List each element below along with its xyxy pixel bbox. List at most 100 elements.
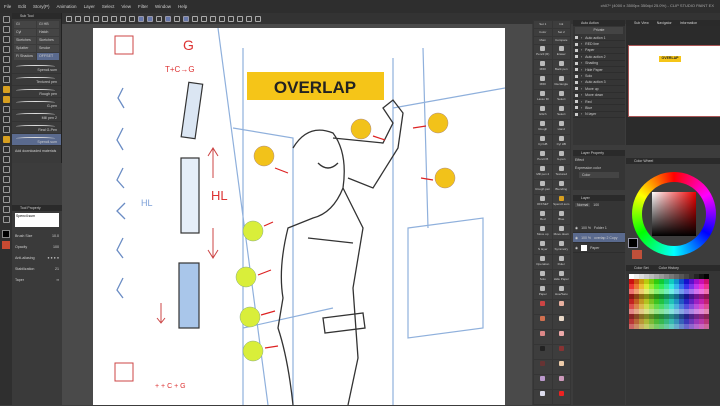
main-color-chip[interactable] (2, 230, 10, 238)
color-command-button[interactable] (534, 300, 552, 314)
color-command-button[interactable] (534, 360, 552, 374)
command-button[interactable]: Solo (534, 270, 552, 284)
checkbox-icon[interactable] (575, 55, 578, 59)
save-icon[interactable] (84, 15, 90, 22)
color-icon[interactable] (201, 15, 207, 22)
checkbox-icon[interactable] (575, 61, 578, 65)
checkbox-icon[interactable] (575, 112, 578, 116)
main-color-swatch[interactable] (628, 238, 638, 248)
color-command-button[interactable] (534, 390, 552, 404)
brush-item[interactable]: Textured pen (12, 74, 61, 86)
command-button[interactable]: Eraser (552, 45, 570, 59)
subtool-group[interactable]: Gl (14, 21, 36, 28)
command-button[interactable]: Pencil (R) (534, 45, 552, 59)
correct-line-icon[interactable] (2, 216, 10, 223)
command-button[interactable]: Move up (534, 225, 552, 239)
command-tab[interactable]: Set 1 (534, 21, 552, 28)
figure-icon[interactable] (2, 166, 10, 173)
anti-aliasing-row[interactable]: Anti-aliasing ● ● ● ● (12, 256, 62, 260)
command-button[interactable]: Pencil B (534, 150, 552, 164)
command-button[interactable]: Move down (552, 225, 570, 239)
checkbox-icon[interactable] (575, 36, 578, 40)
reference-icon[interactable] (183, 15, 189, 22)
checkbox-icon[interactable] (575, 100, 578, 104)
brush-item-selected[interactable]: Spencil.sum (12, 134, 61, 146)
color-command-button[interactable] (534, 375, 552, 389)
layer-icon[interactable] (165, 15, 171, 22)
command-tab[interactable]: Color (534, 29, 552, 36)
transform-icon[interactable] (129, 15, 135, 22)
tab-sub-view[interactable]: Sub View (634, 20, 649, 26)
chevron-right-icon[interactable]: › (581, 42, 582, 46)
color-swatch-grid[interactable] (626, 271, 720, 332)
command-button[interactable]: Mill pen 2 (534, 165, 552, 179)
subtool-group[interactable]: Splatter (14, 45, 36, 52)
checkbox-icon[interactable] (575, 87, 578, 91)
decoration-icon[interactable] (2, 116, 10, 123)
command-button[interactable]: G-pen (552, 150, 570, 164)
chevron-right-icon[interactable]: › (581, 55, 582, 59)
airbrush-icon[interactable] (2, 106, 10, 113)
pen-icon[interactable] (192, 15, 198, 22)
open-icon[interactable] (75, 15, 81, 22)
undo-icon[interactable] (93, 15, 99, 22)
chevron-right-icon[interactable]: › (581, 112, 582, 116)
command-button[interactable]: Blending (552, 180, 570, 194)
menu-help[interactable]: Help (178, 4, 187, 9)
color-swatch[interactable] (704, 324, 709, 329)
chevron-right-icon[interactable]: › (581, 100, 582, 104)
rotate-icon[interactable] (237, 15, 243, 22)
sub-color-swatch[interactable] (632, 250, 642, 259)
color-command-button[interactable] (552, 315, 570, 329)
command-button[interactable]: N layer (534, 240, 552, 254)
tab-color-history[interactable]: Color History (659, 265, 679, 271)
checkbox-icon[interactable] (575, 74, 578, 78)
chevron-right-icon[interactable]: › (581, 36, 582, 40)
operation-tool-icon[interactable] (2, 36, 10, 43)
subtool-group[interactable]: Sketches (37, 37, 59, 44)
checkbox-icon[interactable] (575, 68, 578, 72)
command-button[interactable]: Glitch (534, 105, 552, 119)
pencil-tool-icon[interactable] (2, 86, 10, 93)
fill-tool-icon[interactable] (2, 146, 10, 153)
checkbox-icon[interactable] (575, 48, 578, 52)
blend-mode-dropdown[interactable]: Normal (575, 203, 591, 207)
color-command-button[interactable] (534, 345, 552, 359)
select-icon[interactable] (174, 15, 180, 22)
menu-view[interactable]: View (121, 4, 131, 9)
snap-icon[interactable] (138, 15, 144, 22)
subtool-group[interactable]: Cyl (14, 29, 36, 36)
frame-border-icon[interactable] (2, 176, 10, 183)
command-button[interactable]: Hue/Satu (552, 285, 570, 299)
color-command-button[interactable] (534, 315, 552, 329)
command-tab[interactable]: Ink (552, 21, 570, 28)
zoom-icon[interactable] (246, 15, 252, 22)
new-icon[interactable] (66, 15, 72, 22)
sub-color-chip[interactable] (2, 241, 10, 249)
color-command-button[interactable] (552, 375, 570, 389)
tab-navigator[interactable]: Navigator (657, 20, 672, 26)
window-icon[interactable] (255, 15, 261, 22)
command-button[interactable]: Symmetry (552, 240, 570, 254)
command-button[interactable]: Red (534, 210, 552, 224)
command-button[interactable]: MIDI (534, 75, 552, 89)
checkbox-icon[interactable] (575, 42, 578, 46)
gradient-icon[interactable] (2, 156, 10, 163)
command-button[interactable]: OFFSET (534, 195, 552, 209)
taper-row[interactable]: Taper ▪▪ (12, 278, 62, 282)
color-wheel-tab[interactable]: Color Wheel (626, 158, 720, 164)
grid-icon[interactable] (210, 15, 216, 22)
menu-layer[interactable]: Layer (84, 4, 95, 9)
menu-select[interactable]: Select (102, 4, 115, 9)
tab-color-set[interactable]: Color Set (634, 265, 649, 271)
layer-row[interactable]: ◉ Paper (573, 243, 625, 253)
brush-item[interactable]: Mill pen 2 (12, 110, 61, 122)
brush-item[interactable]: G-pen (12, 98, 61, 110)
pen-tool-icon[interactable] (2, 76, 10, 83)
canvas-page[interactable]: G T+C→G HL HL + + C + G OVERLAP (93, 27, 506, 406)
tab-information[interactable]: Information (680, 20, 698, 26)
clear-icon[interactable] (111, 15, 117, 22)
chevron-right-icon[interactable]: › (581, 68, 582, 72)
command-button[interactable]: Operation (534, 255, 552, 269)
menu-file[interactable]: File (4, 4, 11, 9)
